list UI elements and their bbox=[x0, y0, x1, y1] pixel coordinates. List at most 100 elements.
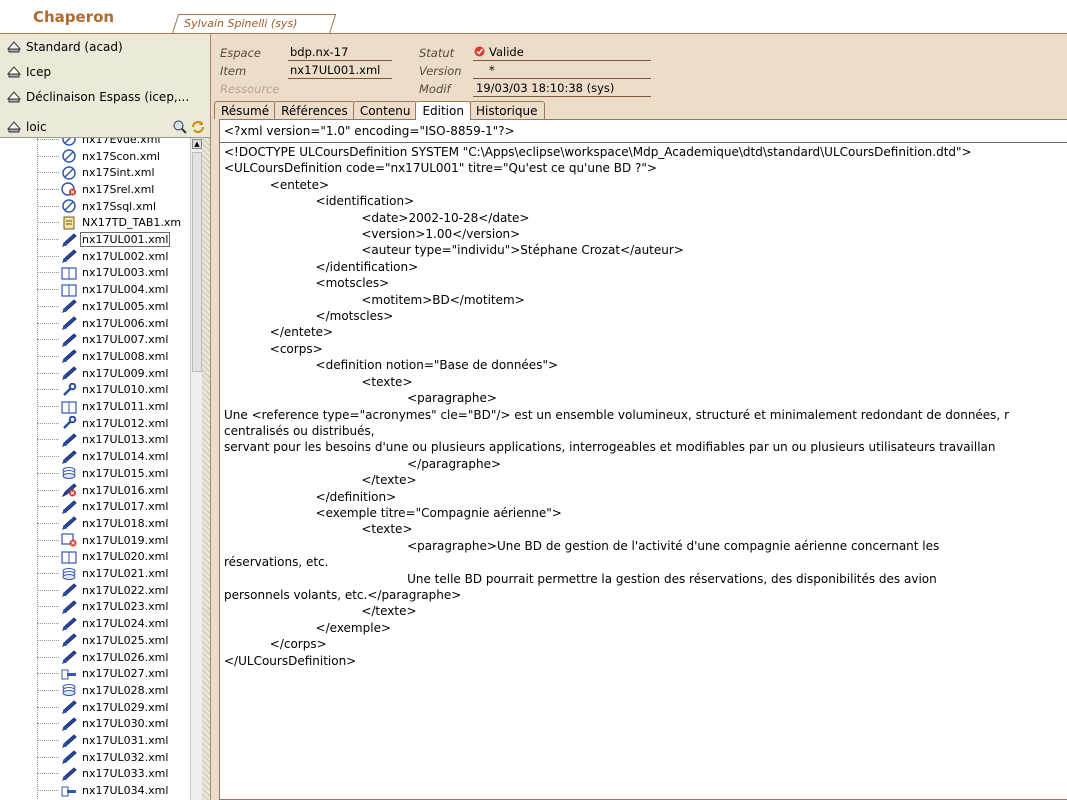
tree-item[interactable]: nx17UL027.xml bbox=[0, 665, 170, 682]
xml-editor[interactable]: <?xml version="1.0" encoding="ISO-8859-1… bbox=[219, 119, 1067, 800]
wrench-icon bbox=[61, 382, 77, 397]
tree-item-label: nx17UL004.xml bbox=[82, 283, 169, 297]
tree-item[interactable]: nx17UL010.xml bbox=[0, 382, 170, 399]
tree-item[interactable]: nx17UL018.xml bbox=[0, 515, 170, 532]
file-tree: nx17Evde.xml nx17Scon.xml nx17Sint.xml nx17… bbox=[0, 137, 210, 800]
search-icon[interactable] bbox=[172, 119, 188, 138]
tree-item[interactable]: nx17UL007.xml bbox=[0, 331, 170, 348]
tab-5[interactable]: Historique bbox=[468, 101, 545, 119]
tree-item[interactable]: nx17UL004.xml bbox=[0, 281, 170, 298]
tree-item[interactable]: nx17UL013.xml bbox=[0, 432, 170, 449]
pen-icon bbox=[61, 249, 77, 264]
circle-icon bbox=[61, 199, 77, 213]
pen-icon bbox=[61, 633, 77, 648]
espace-value[interactable]: bdp.nx-17 bbox=[290, 45, 348, 59]
tree-item-label: nx17UL008.xml bbox=[82, 349, 169, 363]
espace-label: Espace bbox=[220, 46, 262, 60]
tree-scrollbar[interactable]: ▲ bbox=[190, 138, 202, 800]
tree-item[interactable]: nx17UL001.xml bbox=[0, 231, 171, 248]
tree-item[interactable]: nx17UL008.xml bbox=[0, 348, 170, 365]
tree-item[interactable]: nx17UL011.xml bbox=[0, 398, 170, 415]
user-tab[interactable]: Sylvain Spinelli (sys) bbox=[171, 14, 337, 34]
tree-item[interactable]: nx17UL014.xml bbox=[0, 448, 170, 465]
sidebar: Standard (acad) Icep Déclinaison Espass (i… bbox=[0, 34, 210, 800]
item-value[interactable]: nx17UL001.xml bbox=[290, 63, 380, 77]
tree-item[interactable]: nx17Sint.xml bbox=[0, 164, 157, 181]
tree-branch-line bbox=[37, 740, 59, 742]
environment-item[interactable]: Standard (acad) bbox=[0, 34, 210, 59]
tree-item[interactable]: nx17UL005.xml bbox=[0, 298, 170, 315]
tree-item-label: nx17UL020.xml bbox=[82, 550, 169, 564]
tree-item[interactable]: nx17UL012.xml bbox=[0, 415, 170, 432]
tree-item[interactable]: nx17Scon.xml bbox=[0, 148, 162, 165]
tree-item-label: nx17Scon.xml bbox=[82, 149, 160, 163]
pen-error-icon bbox=[61, 483, 77, 498]
pen-icon bbox=[61, 232, 77, 247]
tree-item[interactable]: nx17UL032.xml bbox=[0, 749, 170, 766]
tree-item[interactable]: nx17UL024.xml bbox=[0, 615, 170, 632]
tree-branch-line bbox=[37, 539, 59, 541]
tree-header[interactable]: loic bbox=[0, 117, 210, 137]
tree-branch-line bbox=[37, 589, 59, 591]
tab-1[interactable]: Résumé bbox=[214, 101, 277, 119]
pen-icon bbox=[61, 433, 77, 448]
tree-item[interactable]: nx17Evde.xml bbox=[0, 138, 162, 148]
xml-declaration[interactable]: <?xml version="1.0" encoding="ISO-8859-1… bbox=[224, 124, 515, 138]
tree-branch-line bbox=[37, 406, 59, 408]
stack-icon bbox=[61, 466, 77, 480]
tree-item[interactable]: nx17UL022.xml bbox=[0, 582, 170, 599]
tree-item[interactable]: nx17UL031.xml bbox=[0, 732, 170, 749]
pen-icon bbox=[61, 650, 77, 665]
tree-item[interactable]: nx17UL034.xml bbox=[0, 782, 170, 799]
scroll-thumb[interactable] bbox=[192, 152, 202, 372]
tree-item-label: NX17TD_TAB1.xm bbox=[82, 216, 182, 230]
tree-branch-line bbox=[37, 155, 59, 157]
tree-item[interactable]: NX17TD_TAB1.xm bbox=[0, 215, 183, 232]
tree-item[interactable]: nx17UL002.xml bbox=[0, 248, 170, 265]
version-label: Version bbox=[419, 64, 462, 78]
document-icon bbox=[61, 216, 77, 230]
tab-4[interactable]: Edition bbox=[415, 101, 471, 120]
tree-item[interactable]: nx17UL033.xml bbox=[0, 766, 170, 783]
tree-item-label: nx17Srel.xml bbox=[82, 182, 155, 196]
refresh-icon[interactable] bbox=[190, 119, 206, 138]
pointer-icon bbox=[61, 784, 77, 798]
tree-item[interactable]: nx17UL020.xml bbox=[0, 549, 170, 566]
tree-item[interactable]: nx17UL006.xml bbox=[0, 315, 170, 332]
pointer-icon bbox=[61, 667, 77, 681]
tree-item[interactable]: nx17UL017.xml bbox=[0, 498, 170, 515]
xml-content[interactable]: <!DOCTYPE ULCoursDefinition SYSTEM "C:\A… bbox=[224, 144, 1009, 669]
app-title: Chaperon bbox=[33, 8, 115, 26]
tree-item-label: nx17UL013.xml bbox=[82, 433, 169, 447]
tree-branch-line bbox=[37, 489, 59, 491]
tree-item[interactable]: nx17UL023.xml bbox=[0, 599, 170, 616]
tree-item[interactable]: nx17UL016.xml bbox=[0, 482, 170, 499]
tree-branch-line bbox=[37, 573, 59, 575]
tree-item[interactable]: nx17UL025.xml bbox=[0, 632, 170, 649]
tree-item[interactable]: nx17UL030.xml bbox=[0, 716, 170, 733]
tree-item-label: nx17UL023.xml bbox=[82, 600, 169, 614]
tree-item[interactable]: nx17UL009.xml bbox=[0, 365, 170, 382]
tree-item[interactable]: nx17Srel.xml bbox=[0, 181, 156, 198]
tree-item-label: nx17UL033.xml bbox=[82, 767, 169, 781]
tree-item[interactable]: nx17UL026.xml bbox=[0, 649, 170, 666]
environment-item[interactable]: Icep bbox=[0, 59, 210, 84]
tree-item-label: nx17UL009.xml bbox=[82, 366, 169, 380]
scroll-up-icon[interactable]: ▲ bbox=[192, 139, 202, 149]
hat-icon bbox=[6, 65, 22, 79]
book-icon bbox=[61, 266, 77, 280]
environment-item[interactable]: Déclinaison Espass (icep,... bbox=[0, 84, 210, 109]
tree-item[interactable]: nx17UL015.xml bbox=[0, 465, 170, 482]
tree-item[interactable]: nx17UL019.xml bbox=[0, 532, 170, 549]
tree-branch-line bbox=[37, 138, 59, 140]
circle-error-icon bbox=[61, 182, 77, 197]
tab-3[interactable]: Contenu bbox=[352, 101, 418, 119]
environment-list: Standard (acad) Icep Déclinaison Espass (i… bbox=[0, 34, 210, 109]
tree-item[interactable]: nx17UL029.xml bbox=[0, 699, 170, 716]
tab-2[interactable]: Références bbox=[274, 101, 355, 119]
pen-icon bbox=[61, 366, 77, 381]
tree-item[interactable]: nx17UL003.xml bbox=[0, 265, 170, 282]
tree-item[interactable]: nx17Ssql.xml bbox=[0, 198, 158, 215]
tree-item[interactable]: nx17UL021.xml bbox=[0, 565, 170, 582]
tree-item[interactable]: nx17UL028.xml bbox=[0, 682, 170, 699]
